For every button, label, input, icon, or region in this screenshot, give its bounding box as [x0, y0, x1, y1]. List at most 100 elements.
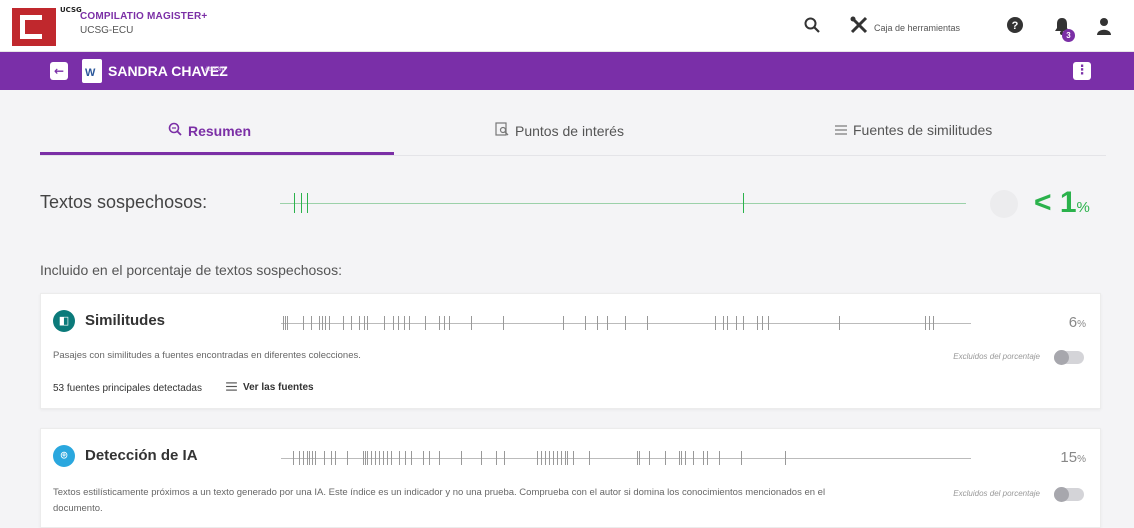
compilatio-logo[interactable]: [12, 8, 56, 46]
distribution-marker: [383, 451, 384, 465]
distribution-marker: [423, 451, 424, 465]
back-arrow-icon[interactable]: ←: [50, 62, 68, 80]
distribution-marker: [409, 316, 410, 330]
distribution-marker: [335, 451, 336, 465]
distribution-marker: [331, 451, 332, 465]
similarities-footer: 53 fuentes principales detectadas Ver la…: [53, 382, 314, 394]
distribution-marker: [379, 451, 380, 465]
score-indicator-circle: [990, 190, 1018, 218]
distribution-marker: [404, 316, 405, 330]
similarities-card: ◧ Similitudes 6% Pasajes con similitudes…: [40, 293, 1101, 409]
distribution-marker: [439, 316, 440, 330]
suspicious-percentage: < 1%: [1034, 186, 1090, 219]
distribution-marker: [585, 316, 586, 330]
notification-badge: 3: [1062, 29, 1075, 42]
report-tabs: Resumen Puntos de interés Fuentes de sim…: [40, 114, 1106, 156]
ai-detection-title: Detección de IA: [85, 447, 198, 464]
distribution-marker: [715, 316, 716, 330]
distribution-marker: [425, 316, 426, 330]
distribution-marker: [647, 316, 648, 330]
similarities-percentage: 6%: [1068, 314, 1086, 331]
distribution-marker: [293, 451, 294, 465]
distribution-marker: [639, 451, 640, 465]
distribution-marker: [496, 451, 497, 465]
distribution-marker: [557, 451, 558, 465]
toolbox-button[interactable]: Caja de herramientas: [850, 16, 960, 39]
distribution-marker: [481, 451, 482, 465]
distribution-marker: [649, 451, 650, 465]
distribution-marker: [567, 451, 568, 465]
exclude-ai-toggle[interactable]: [1054, 487, 1084, 502]
ai-detection-card: ⌾ Detección de IA 15% Textos estilística…: [40, 428, 1101, 528]
distribution-marker: [541, 451, 542, 465]
distribution-marker: [375, 451, 376, 465]
distribution-marker: [679, 451, 680, 465]
excluded-label: Excluidos del porcentaje: [953, 489, 1040, 498]
tab-label: Fuentes de similitudes: [853, 122, 993, 138]
distribution-marker: [685, 451, 686, 465]
distribution-marker: [439, 451, 440, 465]
tab-resumen[interactable]: Resumen: [168, 122, 251, 139]
distribution-marker: [719, 451, 720, 465]
toolbox-label: Caja de herramientas: [874, 22, 961, 33]
distribution-marker: [449, 316, 450, 330]
distribution-marker: [727, 316, 728, 330]
active-tab-underline: [40, 152, 394, 155]
logo-letters: UCSG: [60, 6, 82, 14]
more-options-icon[interactable]: ⋮: [1073, 62, 1091, 80]
user-icon[interactable]: [1096, 17, 1112, 39]
ai-distribution-bar[interactable]: [281, 458, 971, 459]
suspicious-marker: [307, 193, 308, 213]
distribution-marker: [283, 316, 284, 330]
distribution-marker: [312, 451, 313, 465]
distribution-marker: [665, 451, 666, 465]
distribution-marker: [347, 451, 348, 465]
distribution-marker: [565, 451, 566, 465]
distribution-marker: [365, 451, 366, 465]
distribution-marker: [299, 451, 300, 465]
distribution-marker: [444, 316, 445, 330]
distribution-marker: [384, 316, 385, 330]
distribution-marker: [287, 316, 288, 330]
distribution-marker: [329, 316, 330, 330]
view-sources-button[interactable]: Ver las fuentes: [226, 382, 314, 394]
distribution-marker: [364, 316, 365, 330]
suspicious-marker: [743, 193, 744, 213]
suspicious-texts-label: Textos sospechosos:: [40, 192, 208, 212]
distribution-marker: [309, 451, 310, 465]
similarities-title: Similitudes: [85, 312, 166, 329]
tab-label: Resumen: [188, 122, 252, 139]
suspicious-texts-bar[interactable]: [280, 203, 966, 204]
distribution-marker: [367, 451, 368, 465]
distribution-marker: [563, 316, 564, 330]
distribution-marker: [741, 451, 742, 465]
distribution-marker: [573, 451, 574, 465]
distribution-marker: [707, 451, 708, 465]
document-id: #bf63fd: [205, 67, 226, 73]
help-icon[interactable]: ?: [1007, 17, 1023, 37]
distribution-marker: [545, 451, 546, 465]
distribution-marker: [681, 451, 682, 465]
distribution-marker: [387, 451, 388, 465]
view-sources-label: Ver las fuentes: [243, 382, 314, 393]
suspicious-marker: [301, 193, 302, 213]
organization-name: UCSG-ECU: [80, 25, 134, 36]
tab-puntos-de-interes[interactable]: Puntos de interés: [495, 122, 624, 139]
search-icon[interactable]: [804, 17, 820, 37]
sources-count: 53 fuentes principales detectadas: [53, 382, 202, 394]
tab-fuentes-de-similitudes[interactable]: Fuentes de similitudes: [835, 122, 992, 138]
similarity-icon: ◧: [53, 310, 75, 332]
distribution-marker: [303, 451, 304, 465]
word-file-icon: W: [82, 59, 102, 83]
magnify-icon: [168, 122, 182, 139]
ai-detection-percentage: 15%: [1060, 449, 1086, 466]
list-icon: [835, 122, 847, 138]
distribution-marker: [398, 316, 399, 330]
distribution-marker: [405, 451, 406, 465]
exclude-similarities-toggle[interactable]: [1054, 350, 1084, 365]
distribution-marker: [553, 451, 554, 465]
distribution-marker: [925, 316, 926, 330]
distribution-marker: [429, 451, 430, 465]
distribution-marker: [322, 316, 323, 330]
distribution-marker: [504, 451, 505, 465]
